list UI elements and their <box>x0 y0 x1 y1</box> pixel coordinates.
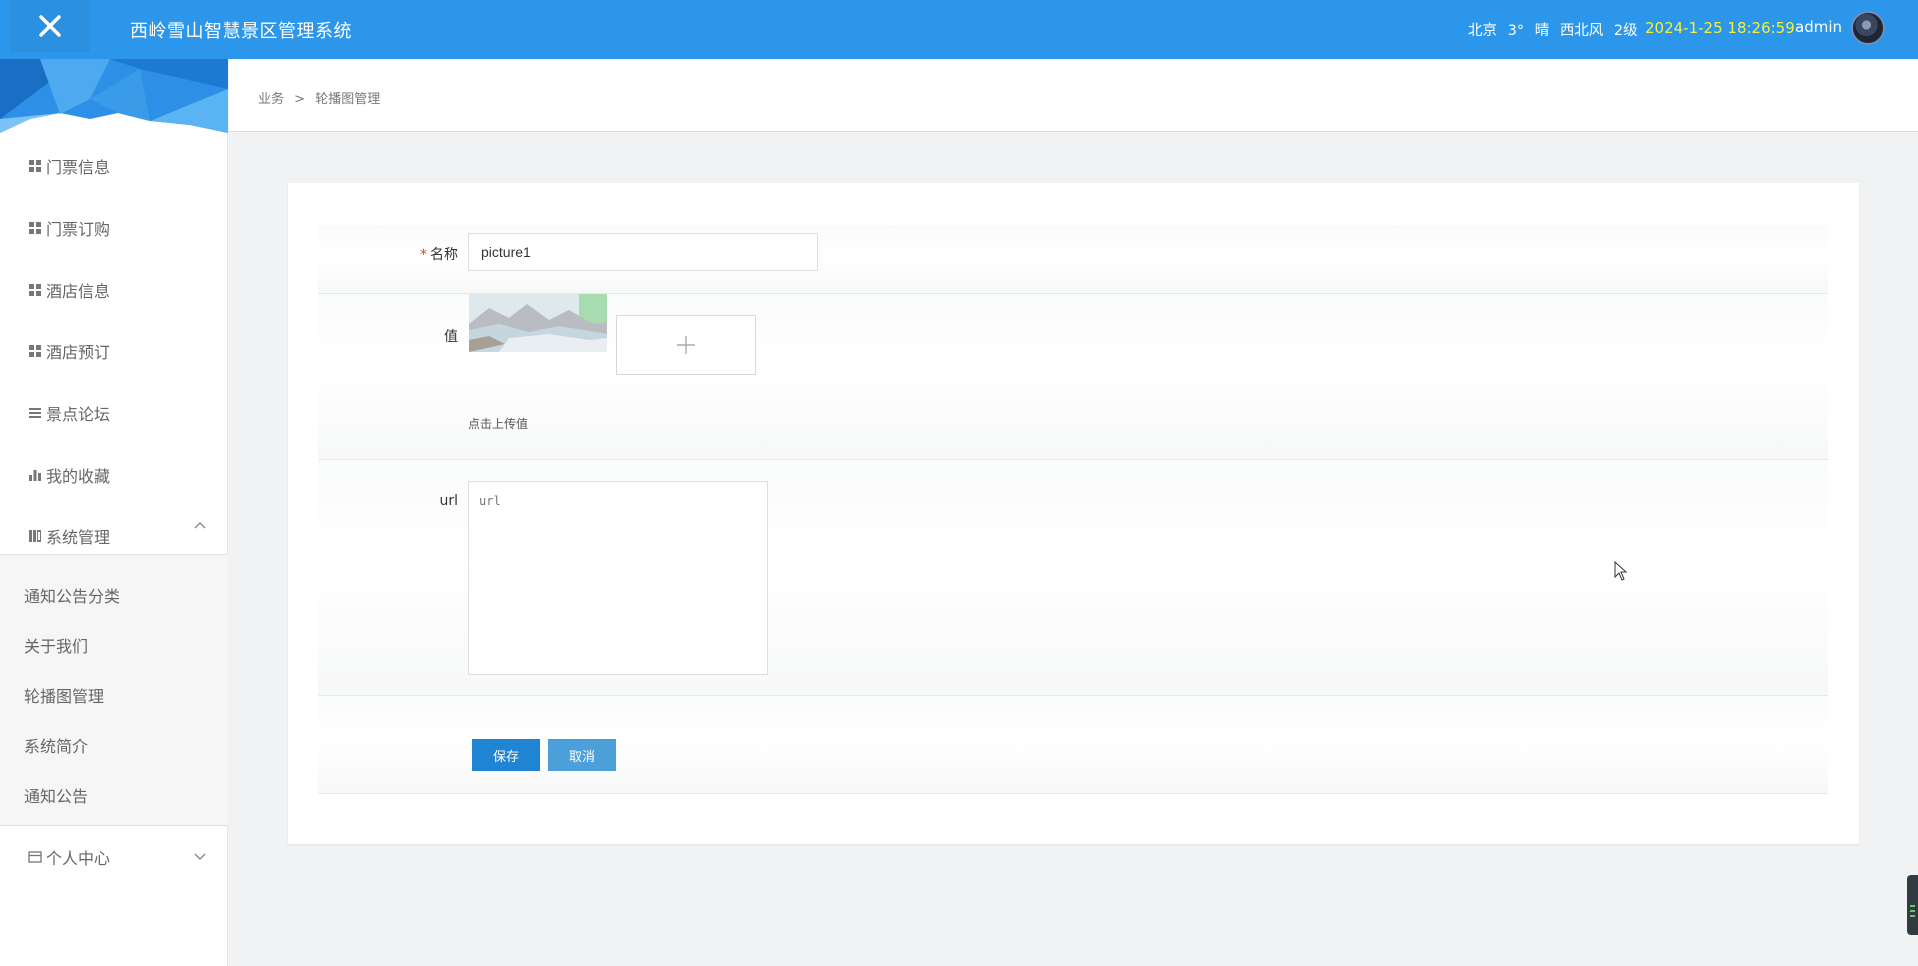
weather-wind: 西北风 <box>1559 23 1604 39</box>
sidebar-item-label: 系统管理 <box>46 528 111 547</box>
top-bar: 西岭雪山智慧景区管理系统 北京 3° 晴 西北风 2级 2024-1-25 18… <box>0 0 1918 59</box>
upload-hint: 点击上传值 <box>468 417 529 431</box>
required-mark: * <box>420 247 427 263</box>
sidebar-item-label: 酒店信息 <box>46 282 111 301</box>
weather-city: 北京 <box>1468 23 1497 39</box>
card-icon <box>28 850 42 864</box>
sidebar-item-ticket-info[interactable]: 门票信息 <box>28 154 110 178</box>
name-label: * 名称 <box>420 247 458 263</box>
grid-icon <box>28 221 42 235</box>
datetime-clock: 2024-1-25 18:26:59 <box>1645 19 1795 37</box>
avatar[interactable] <box>1851 11 1885 45</box>
form-row-actions <box>318 696 1828 794</box>
weather-condition: 晴 <box>1534 23 1550 39</box>
grid-icon <box>28 344 42 358</box>
sidebar-item-label: 个人中心 <box>46 849 111 868</box>
breadcrumb-current: 轮播图管理 <box>315 92 381 107</box>
breadcrumb-bar: 业务 > 轮播图管理 <box>229 59 1918 132</box>
breadcrumb-separator: > <box>294 92 306 107</box>
submenu-item-about-us[interactable]: 关于我们 <box>24 633 88 657</box>
grid-icon <box>28 283 42 297</box>
chevron-down-icon[interactable] <box>193 849 207 863</box>
list-icon <box>28 406 42 420</box>
save-button[interactable]: 保存 <box>472 739 540 771</box>
grid-icon <box>28 159 42 173</box>
url-textarea[interactable] <box>468 481 768 675</box>
breadcrumb-root[interactable]: 业务 <box>258 92 284 107</box>
sidebar-item-hotel-booking[interactable]: 酒店预订 <box>28 339 110 363</box>
sidebar-item-ticket-order[interactable]: 门票订购 <box>28 216 110 240</box>
system-management-submenu: 通知公告分类 关于我们 轮播图管理 系统简介 通知公告 <box>0 554 228 826</box>
sidebar-item-favorites[interactable]: 我的收藏 <box>28 463 110 487</box>
uploaded-image-thumbnail[interactable] <box>469 294 607 352</box>
mouse-cursor-icon <box>1614 561 1628 581</box>
weather-level: 2级 <box>1613 23 1638 39</box>
close-menu-button[interactable] <box>10 0 90 52</box>
close-icon <box>39 15 61 37</box>
url-label: url <box>439 493 458 509</box>
sidebar-item-hotel-info[interactable]: 酒店信息 <box>28 278 110 302</box>
sidebar: 门票信息 门票订购 酒店信息 酒店预订 景点论坛 我的收藏 系统管理 通知公告分… <box>0 59 228 966</box>
breadcrumb: 业务 > 轮播图管理 <box>258 88 386 107</box>
submenu-item-system-intro[interactable]: 系统简介 <box>24 733 88 757</box>
username[interactable]: admin <box>1795 18 1842 36</box>
name-input[interactable] <box>468 233 818 271</box>
plus-icon <box>677 336 695 354</box>
bar-chart-icon <box>28 468 42 482</box>
sidebar-item-forum[interactable]: 景点论坛 <box>28 401 110 425</box>
cancel-button[interactable]: 取消 <box>548 739 616 771</box>
submenu-item-carousel-management[interactable]: 轮播图管理 <box>24 683 104 707</box>
sidebar-item-label: 景点论坛 <box>46 405 111 424</box>
sidebar-item-system-management[interactable]: 系统管理 <box>28 524 110 548</box>
book-icon <box>28 529 42 543</box>
weather-temp: 3° <box>1507 23 1525 39</box>
weather-widget: 北京 3° 晴 西北风 2级 <box>1468 19 1644 40</box>
app-title: 西岭雪山智慧景区管理系统 <box>130 21 352 42</box>
sidebar-item-label: 我的收藏 <box>46 467 111 486</box>
value-label: 值 <box>444 329 458 345</box>
floating-side-widget[interactable] <box>1907 875 1918 935</box>
submenu-item-notice-category[interactable]: 通知公告分类 <box>24 583 120 607</box>
sidebar-item-label: 门票信息 <box>46 158 111 177</box>
sidebar-item-label: 门票订购 <box>46 220 111 239</box>
image-upload-button[interactable] <box>616 315 756 375</box>
sidebar-banner <box>0 59 228 133</box>
submenu-item-notice[interactable]: 通知公告 <box>24 783 88 807</box>
sidebar-item-label: 酒店预订 <box>46 343 111 362</box>
chevron-up-icon[interactable] <box>193 518 207 532</box>
sidebar-item-personal-center[interactable]: 个人中心 <box>28 845 110 869</box>
